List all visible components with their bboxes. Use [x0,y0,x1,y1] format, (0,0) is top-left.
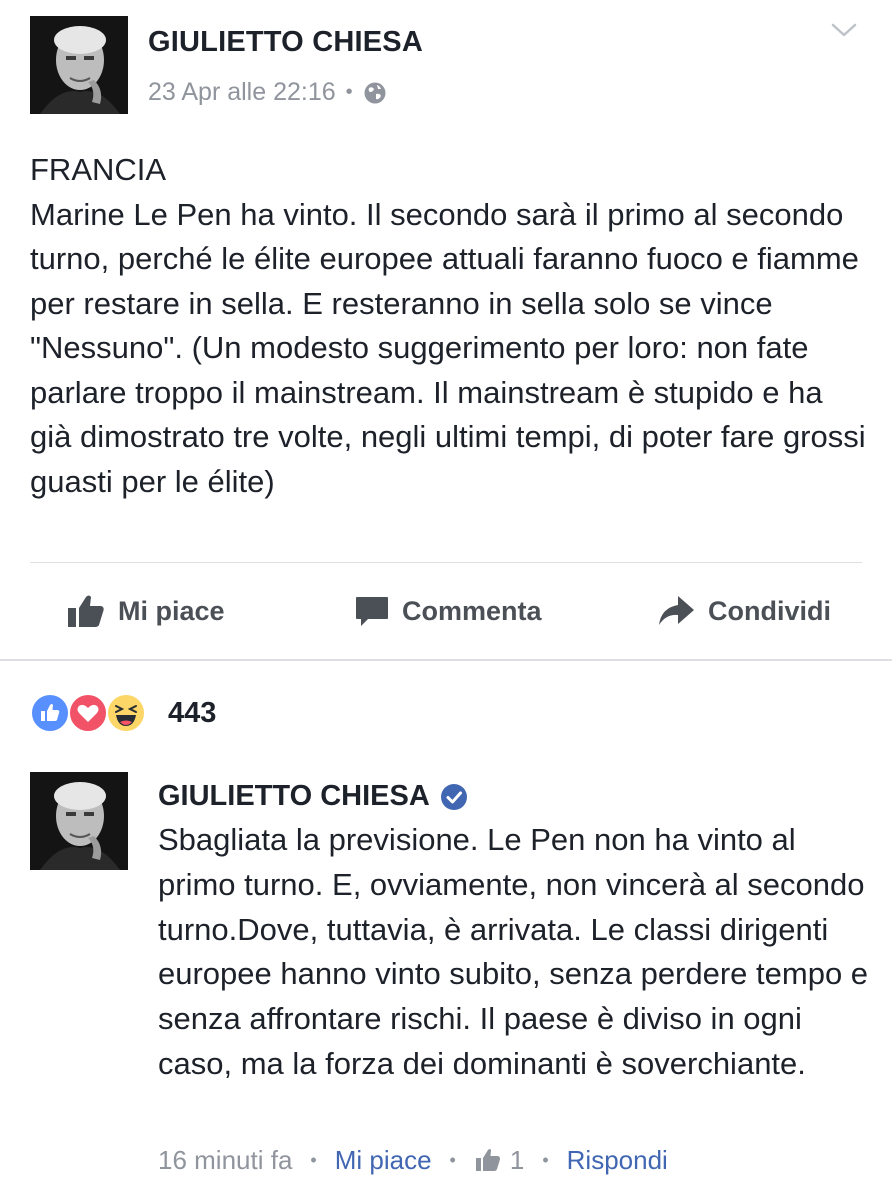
comment-author-row: GIULIETTO CHIESA [158,780,468,813]
like-reaction-icon [30,693,70,733]
share-button[interactable]: Condividi [656,563,831,659]
reaction-icons [30,691,152,735]
comment-like-count-value: 1 [509,1144,525,1175]
chevron-down-icon[interactable] [830,20,858,40]
share-label: Condividi [708,595,831,626]
post-body: FRANCIA Marine Le Pen ha vinto. Il secon… [30,148,870,504]
globe-icon [363,81,387,105]
post-timestamp[interactable]: 23 Apr alle 22:16 [148,78,336,107]
thumbs-up-icon [475,1149,500,1171]
like-button[interactable]: Mi piace [66,563,225,659]
meta-separator: • [345,81,353,103]
thumbs-up-icon [68,595,104,627]
post-header: GIULIETTO CHIESA 23 Apr alle 22:16 • [0,0,892,130]
reply-link[interactable]: Rispondi [567,1145,668,1176]
comment-footer: 16 minuti fa • Mi piace • 1 • Rispondi [158,1140,668,1180]
author-avatar[interactable] [30,16,128,114]
post-text: FRANCIA Marine Le Pen ha vinto. Il secon… [30,152,866,499]
footer-separator: • [310,1149,317,1170]
post-action-bar: Mi piace Commenta Condividi [0,563,892,659]
comment-button[interactable]: Commenta [354,563,542,659]
comment-author-avatar[interactable] [30,772,128,870]
comment-author-name[interactable]: GIULIETTO CHIESA [158,780,430,813]
reactions-summary[interactable]: 443 [30,690,216,736]
footer-separator: • [449,1149,456,1170]
post-meta: 23 Apr alle 22:16 • [148,78,387,107]
verified-badge-icon [440,783,467,810]
comment-like-link[interactable]: Mi piace [335,1145,432,1176]
comment-label: Commenta [402,595,542,626]
comment-like-count[interactable]: 1 [474,1145,524,1176]
like-label: Mi piace [118,595,225,626]
post-author-name[interactable]: GIULIETTO CHIESA [148,26,423,59]
share-arrow-icon [659,596,694,625]
comment-time[interactable]: 16 minuti fa [158,1145,292,1176]
haha-reaction-icon [106,693,146,733]
love-reaction-icon [68,693,108,733]
comment-text: Sbagliata la previsione. Le Pen non ha v… [158,822,869,1081]
section-divider [0,659,892,661]
footer-separator: • [542,1149,549,1170]
reaction-count: 443 [168,696,217,729]
speech-bubble-icon [356,597,388,626]
